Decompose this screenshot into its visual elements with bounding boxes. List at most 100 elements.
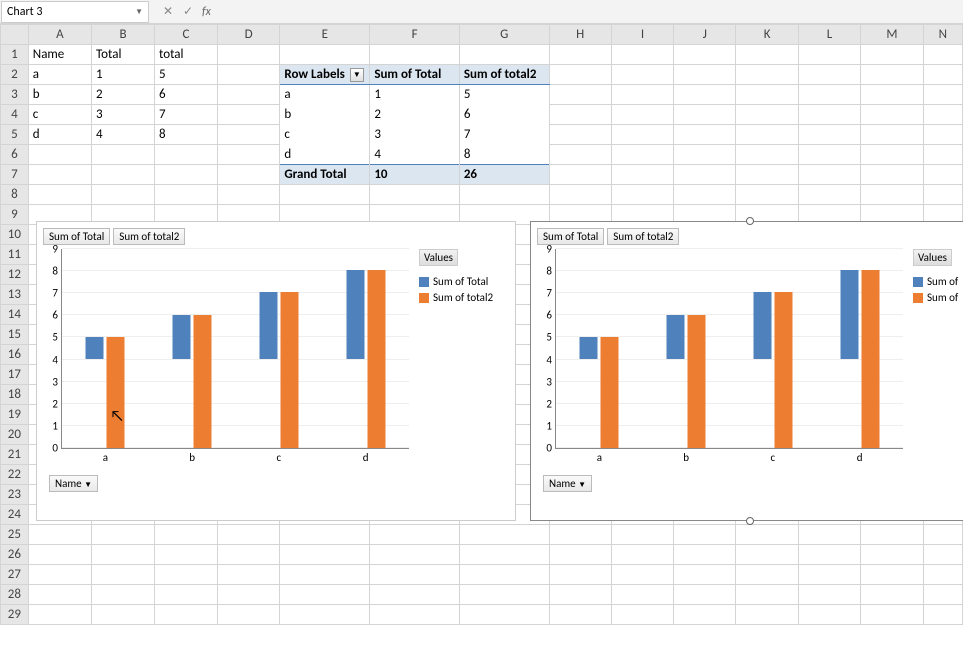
cell[interactable]: [674, 585, 736, 605]
cell[interactable]: [674, 185, 736, 205]
cell[interactable]: [549, 165, 611, 185]
column-header-F[interactable]: F: [370, 25, 460, 45]
cell[interactable]: [217, 545, 279, 565]
cell[interactable]: [92, 605, 155, 625]
cell[interactable]: [370, 605, 460, 625]
cell[interactable]: [217, 145, 279, 165]
cell[interactable]: [280, 45, 370, 65]
cell[interactable]: [549, 565, 611, 585]
cell[interactable]: [370, 565, 460, 585]
cell[interactable]: Row Labels ▼: [280, 65, 370, 85]
column-header-C[interactable]: C: [155, 25, 218, 45]
cell[interactable]: [674, 65, 736, 85]
cell[interactable]: 1: [370, 85, 460, 105]
cell[interactable]: 4: [370, 145, 460, 165]
cell[interactable]: [280, 545, 370, 565]
row-header-4[interactable]: 4: [1, 105, 29, 125]
cell[interactable]: [736, 585, 798, 605]
cell[interactable]: [611, 605, 673, 625]
bar[interactable]: [107, 337, 125, 448]
column-header-L[interactable]: L: [798, 25, 860, 45]
cell[interactable]: [280, 525, 370, 545]
cell[interactable]: [736, 125, 798, 145]
pivot-filter-icon[interactable]: ▼: [350, 68, 364, 82]
bar[interactable]: [667, 315, 685, 359]
cell[interactable]: [674, 565, 736, 585]
column-header-I[interactable]: I: [611, 25, 673, 45]
cell[interactable]: [611, 85, 673, 105]
cell[interactable]: [611, 565, 673, 585]
row-header-19[interactable]: 19: [1, 405, 29, 425]
cell[interactable]: [611, 165, 673, 185]
name-box-dropdown-icon[interactable]: ▼: [135, 7, 143, 17]
cell[interactable]: [861, 565, 924, 585]
cell[interactable]: [736, 45, 798, 65]
cell[interactable]: [459, 605, 549, 625]
cell[interactable]: [923, 525, 962, 545]
column-header-D[interactable]: D: [217, 25, 279, 45]
cell[interactable]: 2: [370, 105, 460, 125]
axis-field-button-name[interactable]: Name ▼: [543, 475, 592, 492]
cell[interactable]: [459, 45, 549, 65]
cell[interactable]: [923, 105, 962, 125]
row-header-6[interactable]: 6: [1, 145, 29, 165]
cell[interactable]: 4: [92, 125, 155, 145]
cell[interactable]: [217, 105, 279, 125]
axis-field-button-name[interactable]: Name ▼: [49, 475, 98, 492]
cell[interactable]: [923, 605, 962, 625]
bar[interactable]: [601, 337, 619, 448]
cell[interactable]: Total: [92, 45, 155, 65]
bar[interactable]: [86, 337, 104, 359]
cell[interactable]: [549, 545, 611, 565]
cell[interactable]: [861, 605, 924, 625]
cell[interactable]: [736, 145, 798, 165]
cell[interactable]: [861, 125, 924, 145]
cell[interactable]: Sum of Total: [370, 65, 460, 85]
cell[interactable]: [611, 185, 673, 205]
field-button-sum-total2[interactable]: Sum of total2: [607, 228, 679, 245]
cell[interactable]: [28, 525, 91, 545]
cell[interactable]: [798, 165, 860, 185]
cell[interactable]: [736, 565, 798, 585]
column-header-J[interactable]: J: [674, 25, 736, 45]
cell[interactable]: [611, 145, 673, 165]
cell[interactable]: [674, 525, 736, 545]
cell[interactable]: [611, 65, 673, 85]
row-header-1[interactable]: 1: [1, 45, 29, 65]
row-header-26[interactable]: 26: [1, 545, 29, 565]
cell[interactable]: [674, 145, 736, 165]
cell[interactable]: [549, 605, 611, 625]
bar[interactable]: [259, 292, 277, 359]
cell[interactable]: 6: [459, 105, 549, 125]
cell[interactable]: [549, 105, 611, 125]
cell[interactable]: [798, 545, 860, 565]
cell[interactable]: [459, 525, 549, 545]
cell[interactable]: [92, 185, 155, 205]
cell[interactable]: [923, 65, 962, 85]
cell[interactable]: [370, 545, 460, 565]
cell[interactable]: [861, 525, 924, 545]
row-header-14[interactable]: 14: [1, 305, 29, 325]
column-header-H[interactable]: H: [549, 25, 611, 45]
cell[interactable]: [736, 605, 798, 625]
cell[interactable]: b: [28, 85, 91, 105]
row-header-16[interactable]: 16: [1, 345, 29, 365]
cell[interactable]: [155, 145, 218, 165]
cell[interactable]: [798, 605, 860, 625]
column-header-M[interactable]: M: [861, 25, 924, 45]
row-header-12[interactable]: 12: [1, 265, 29, 285]
cell[interactable]: [92, 525, 155, 545]
cell[interactable]: [736, 525, 798, 545]
cell[interactable]: [92, 585, 155, 605]
row-header-5[interactable]: 5: [1, 125, 29, 145]
cell[interactable]: [674, 605, 736, 625]
cell[interactable]: [861, 545, 924, 565]
cell[interactable]: [798, 565, 860, 585]
row-header-27[interactable]: 27: [1, 565, 29, 585]
row-header-28[interactable]: 28: [1, 585, 29, 605]
chart-plot-area[interactable]: 0123456789abcd: [61, 249, 409, 449]
cell[interactable]: [798, 525, 860, 545]
cell[interactable]: [217, 605, 279, 625]
cell[interactable]: 8: [459, 145, 549, 165]
cell[interactable]: [861, 185, 924, 205]
